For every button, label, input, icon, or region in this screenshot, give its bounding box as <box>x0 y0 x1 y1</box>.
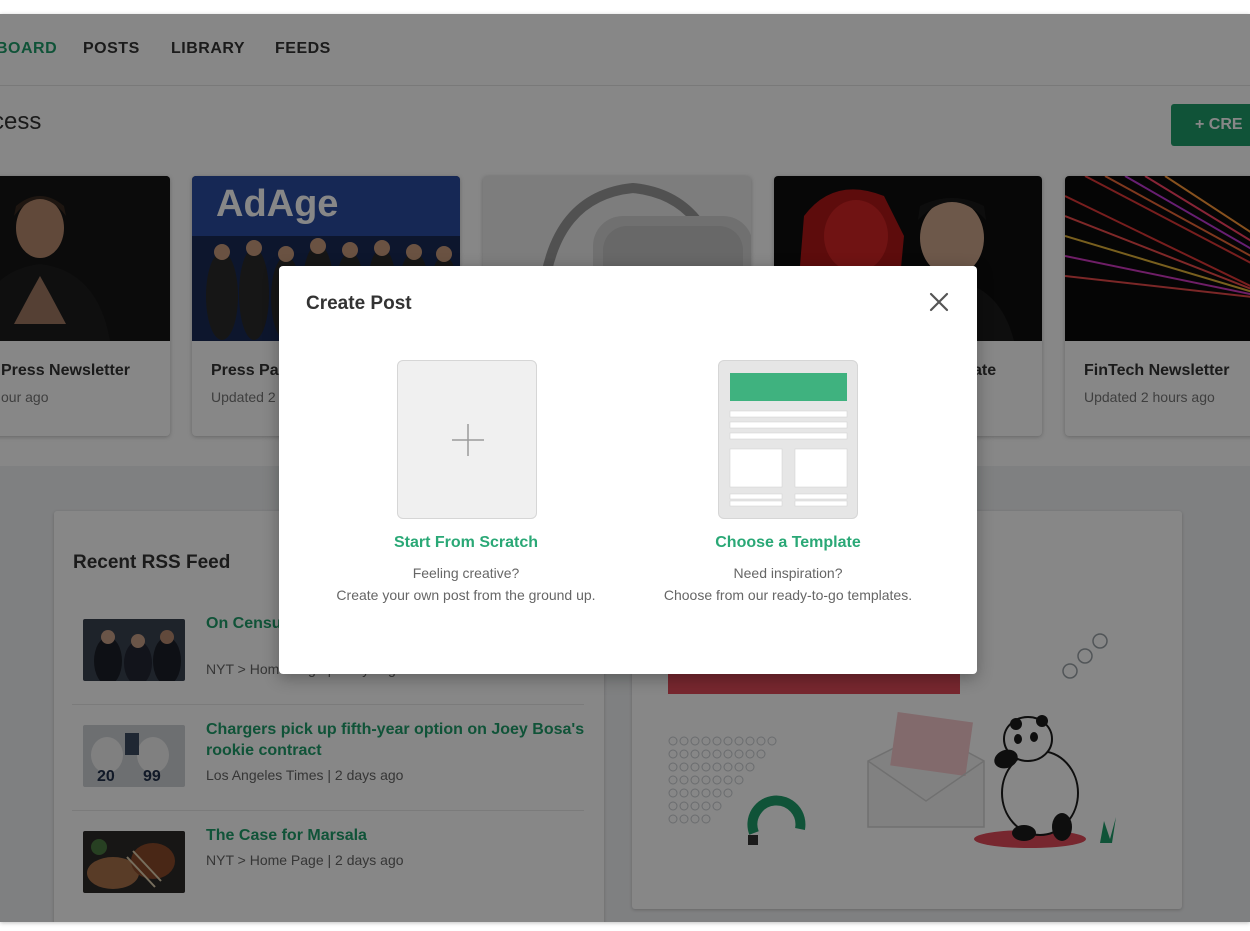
blank-post-tile[interactable] <box>397 360 537 519</box>
template-icon <box>729 373 848 507</box>
choose-template-option[interactable]: Choose a Template Need inspiration? Choo… <box>638 360 938 640</box>
start-from-scratch-option[interactable]: Start From Scratch Feeling creative? Cre… <box>316 360 616 640</box>
option-description-line: Create your own post from the ground up. <box>336 587 596 603</box>
start-from-scratch-label[interactable]: Start From Scratch <box>316 534 616 552</box>
option-description-line: Choose from our ready-to-go templates. <box>663 587 913 603</box>
start-from-scratch-description: Feeling creative? Create your own post f… <box>316 562 616 606</box>
choose-template-description: Need inspiration? Choose from our ready-… <box>638 562 938 606</box>
plus-icon <box>452 424 484 456</box>
create-post-modal: Create Post Start From Scratch Feeling c… <box>279 266 977 674</box>
modal-title: Create Post <box>306 293 412 314</box>
choose-template-label[interactable]: Choose a Template <box>638 534 938 552</box>
template-tile[interactable] <box>718 360 858 519</box>
close-icon[interactable] <box>927 290 951 314</box>
option-description-line: Feeling creative? <box>412 565 520 581</box>
option-description-line: Need inspiration? <box>733 565 843 581</box>
